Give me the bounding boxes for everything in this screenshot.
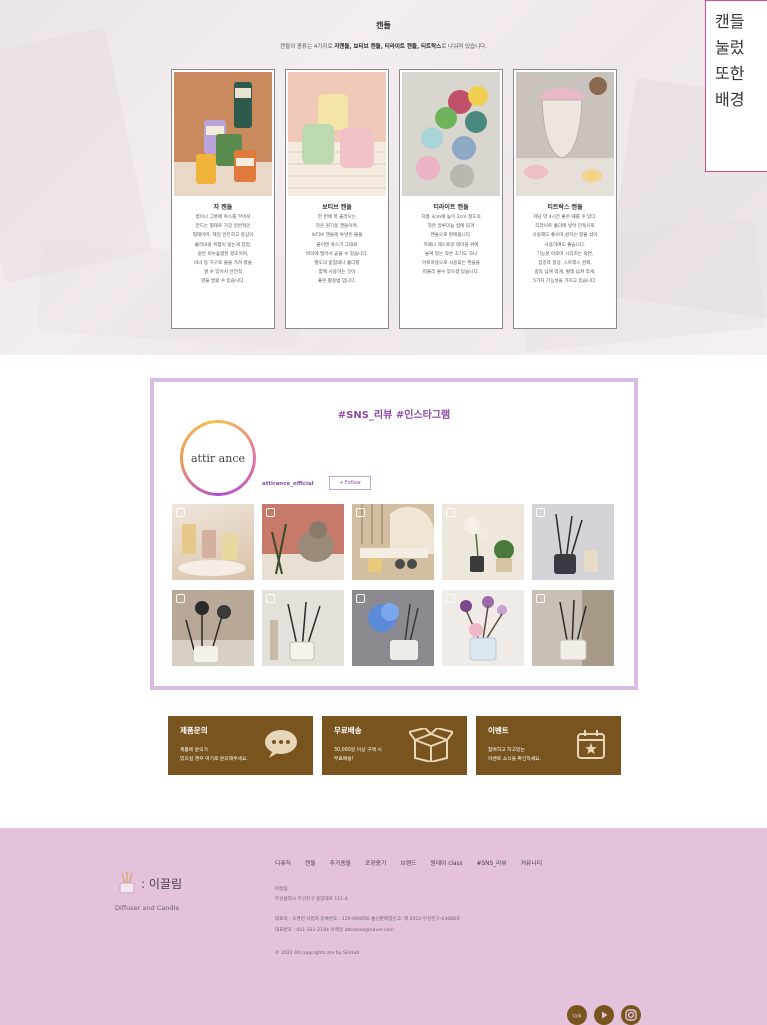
tooltip-line: 눌렀 [715,38,745,57]
site-footer: : 이끌림 Diffuser and Candle 디퓨저 캔들 추가종들 포장… [0,828,767,1025]
footer-nav-community[interactable]: 커뮤니티 [521,858,542,867]
instagram-icon[interactable] [621,1005,641,1025]
footer-navigation: 디퓨저 캔들 추가종들 포장용기 브랜드 원데이 class #SNS_리뷰 커… [275,858,542,867]
footer-business-info: 대표자 : 오경빈 사업자 등록번호 : 120-094056 통신판매업신고:… [275,917,461,922]
instagram-post-image[interactable] [262,590,344,666]
instagram-post-image[interactable] [172,504,254,580]
gallery-icon [176,508,185,517]
footer-nav-diffuser[interactable]: 디퓨저 [275,858,291,867]
info-box-title: 무료배송 [334,726,362,735]
candle-card-description: 병이나 그릇에 왁스를 부어서 만드는 형태로 가장 일반적인 형태이며, 제일… [192,215,254,285]
footer-nav-oneday-class[interactable]: 원데이 class [430,858,462,867]
sns-section-title: #SNS_리뷰 #인스타그램 [337,410,451,421]
youtube-icon[interactable] [594,1005,614,1025]
candle-card-tealight[interactable]: 티라이트 캔들 지름 3cm에 높이 2cm 정도의 작은 알루미늄 컵에 담겨… [399,69,503,329]
gallery-icon [356,508,365,517]
instagram-profile-avatar[interactable]: attir ance [180,420,256,496]
follow-button[interactable]: + Follow [329,476,371,490]
jar-candle-image [174,72,272,196]
candle-card-title: 자 캔들 [213,204,233,211]
footer-brand-logo[interactable]: : 이끌림 [117,872,182,894]
instagram-post-image[interactable] [532,590,614,666]
calendar-star-icon [577,730,605,759]
info-box-description: 30,000원 이상 구매 시 무료배송! [334,748,382,762]
gallery-icon [356,594,365,603]
candle-section: 캔들 캔들의 종류는 4가지로 자캔들, 보티브 캔들, 티라이트 캔들, 티트… [0,0,767,355]
chat-bubble-icon [265,730,297,758]
gallery-icon [446,594,455,603]
instagram-post-image[interactable] [352,590,434,666]
footer-company-name: 이끌림 [275,887,288,892]
info-box-title: 이벤트 [488,726,509,735]
gallery-icon [536,594,545,603]
candle-card-title: 티트락스 캔들 [547,204,583,211]
candle-section-title: 캔들 [376,21,391,30]
brand-logo-text: attir ance [191,451,245,465]
footer-nav-brand[interactable]: 브랜드 [400,858,416,867]
annotation-tooltip: 캔들 눌렀 또한 배경 [705,0,767,172]
footer-nav-packaging[interactable]: 포장용기 [365,858,386,867]
info-box-description: 참여하고 하고있는 이벤트 소식을 확인하세요. [488,748,542,762]
gallery-icon [266,508,275,517]
gallery-icon [536,508,545,517]
diffuser-logo-icon [119,872,135,894]
gallery-icon [176,594,185,603]
candle-card-votive[interactable]: 보티브 캔들 한 번에 쭉 올라오는 작은 원기둥 캔들이며, 보티브 캔들에 … [285,69,389,329]
instagram-post-image[interactable] [262,504,344,580]
wax-melt-candle-image [516,72,614,196]
candle-section-subtitle: 캔들의 종류는 4가지로 자캔들, 보티브 캔들, 티라이트 캔들, 티트락스로… [280,44,487,50]
votive-candle-image [288,72,386,196]
footer-address: 부산광역시 부산진구 중앙대로 111-4 [275,897,348,902]
candle-card-description: 한 번에 쭉 올라오는 작은 원기둥 캔들이며, 보티브 캔들에 투넣은 불을 … [305,215,369,285]
talk-icon[interactable]: talk [567,1005,587,1025]
candle-card-wax-melt[interactable]: 티트락스 캔들 겨당 약 4시간 좋은 때를 수 있다. 티라이트 홀더에 넣어… [513,69,617,329]
footer-nav-sns-review[interactable]: #SNS_리뷰 [477,858,507,867]
box-icon [409,728,453,762]
footer-contact-info: 대표번호 : 051-321-2184 이메일 attirance@naver.… [275,928,394,933]
instagram-post-image[interactable] [172,590,254,666]
info-box-product-inquiry[interactable]: 제품문의 제품에 문의가 있으실 경우 여기로 문의해주세요. [168,716,313,775]
tooltip-line: 또한 [715,64,745,83]
footer-nav-extras[interactable]: 추가종들 [330,858,351,867]
instagram-post-image[interactable] [352,504,434,580]
info-box-event[interactable]: 이벤트 참여하고 하고있는 이벤트 소식을 확인하세요. [476,716,621,775]
footer-copyright: © 2022 All copyrights are by SinHub. [275,951,361,956]
instagram-handle[interactable]: attirance_official [262,481,314,487]
brand-name: : 이끌림 [141,876,182,891]
tooltip-line: 배경 [715,90,745,109]
instagram-post-image[interactable] [532,504,614,580]
candle-card-description: 지름 3cm에 높이 2cm 정도의 작은 알루미늄 컵에 담겨 캔들으로 판매… [421,215,481,276]
instagram-post-image[interactable] [442,590,524,666]
info-box-title: 제품문의 [180,726,208,735]
instagram-feed-section: #SNS_리뷰 #인스타그램 attir ance attirance_offi… [150,378,638,690]
tooltip-line: 캔들 [715,12,745,31]
instagram-post-image[interactable] [442,504,524,580]
gallery-icon [446,508,455,517]
candle-card-description: 겨당 약 4시간 좋은 때를 수 있다. 티라이트 홀더에 넣어 단독으로 사용… [532,215,598,285]
candle-card-title: 보티브 캔들 [322,204,352,211]
candle-card-title: 티라이트 캔들 [433,204,469,211]
info-box-free-shipping[interactable]: 무료배송 30,000원 이상 구매 시 무료배송! [322,716,467,775]
footer-nav-candle[interactable]: 캔들 [305,858,316,867]
tealight-candle-image [402,72,500,196]
info-box-description: 제품에 문의가 있으실 경우 여기로 문의해주세요. [180,748,248,762]
svg-text:talk: talk [572,1014,581,1020]
candle-card-jar[interactable]: 자 캔들 병이나 그릇에 왁스를 부어서 만드는 형태로 가장 일반적인 형태이… [171,69,275,329]
brand-tagline: Diffuser and Candle [115,904,180,912]
gallery-icon [266,594,275,603]
